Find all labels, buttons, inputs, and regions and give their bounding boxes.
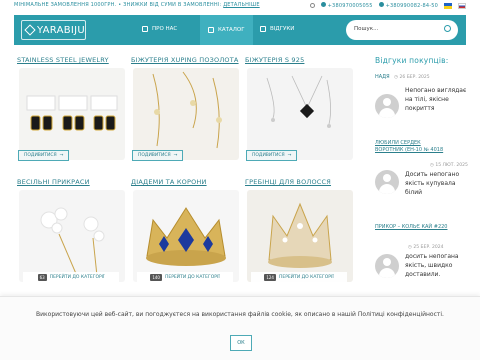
nav-reviews[interactable]: ВІДГУКИ xyxy=(260,26,294,32)
category-title[interactable]: ДІАДЕМИ ТА КОРОНИ xyxy=(131,178,241,186)
category-image[interactable] xyxy=(19,68,125,160)
category-image[interactable] xyxy=(133,68,239,160)
category-card[interactable]: БІЖУТЕРІЯ XUPING ПОЗОЛОТА ПОДИВИТИСЯ → xyxy=(131,56,241,162)
category-title[interactable]: БІЖУТЕРІЯ XUPING ПОЗОЛОТА xyxy=(131,56,241,64)
account-icon[interactable] xyxy=(309,3,315,8)
go-to-category-button[interactable]: 124 ПЕРЕЙТИ ДО КАТЕГОРІЇ xyxy=(251,272,347,283)
site-logo[interactable]: YARABIJU xyxy=(21,20,86,40)
review-author: НАДЯ xyxy=(375,74,390,80)
review-text: Досить непогано якість купувала білий xyxy=(405,171,460,196)
language-ua-flag-icon[interactable] xyxy=(444,2,452,9)
nav-catalog[interactable]: КАТАЛОГ xyxy=(200,15,253,45)
clock-icon: ◷ xyxy=(408,245,412,250)
review-text: досить непогана якість, швидко доставили… xyxy=(405,253,459,278)
category-title[interactable]: ГРЕБІНЦІ ДЛЯ ВОЛОССЯ xyxy=(245,178,355,186)
main-header: YARABIJU ПРО НАС КАТАЛОГ ВІДГУКИ Пошук..… xyxy=(14,15,466,45)
category-card[interactable]: БІЖУТЕРІЯ S 925 ПОДИВИТИСЯ → xyxy=(245,56,355,162)
review-date: ◷ 26 БЕР. 2025 xyxy=(394,75,430,80)
arrow-right-icon: → xyxy=(59,153,64,158)
product-count-badge: 63 xyxy=(37,274,47,281)
product-count-badge: 124 xyxy=(264,274,276,281)
cookie-banner: Використовуючи цей веб-сайт, ви погоджує… xyxy=(0,296,480,360)
category-card[interactable]: STAINLESS STEEL JEWELRY ПОДИВИТИСЯ → xyxy=(17,56,127,162)
phone-2[interactable]: +380990082-84-50 xyxy=(378,2,438,9)
arrow-right-icon: → xyxy=(173,153,178,158)
category-title[interactable]: ВЕСІЛЬНІ ПРИКРАСИ xyxy=(17,178,127,186)
clock-icon: ◷ xyxy=(430,163,434,168)
view-category-button[interactable]: ПОДИВИТИСЯ → xyxy=(18,150,70,161)
chat-icon xyxy=(260,26,266,32)
promo-details-link[interactable]: ДЕТАЛЬНІШЕ xyxy=(223,2,259,8)
category-card[interactable]: ДІАДЕМИ ТА КОРОНИ 140 ПЕРЕЙТИ ДО КАТЕГОР… xyxy=(131,178,241,284)
go-to-category-button[interactable]: 63 ПЕРЕЙТИ ДО КАТЕГОРІЇ xyxy=(23,272,119,283)
review-meta: ◷ 15 ЛЮТ. 2025 xyxy=(427,162,468,168)
top-contacts: +380970005055 +380990082-84-50 xyxy=(309,2,466,9)
review-item: ПРИКОР – КОЛЬЄ КАЙ #220 ◷ 25 БЕР. 2024 д… xyxy=(375,224,467,284)
cookie-accept-button[interactable]: ОК xyxy=(230,335,252,351)
review-item: НАДЯ ◷ 26 БЕР. 2025 Непогано виглядає на… xyxy=(375,74,467,134)
reviewer-avatar xyxy=(375,94,399,118)
reviews-heading: Відгуки покупців: xyxy=(375,56,449,65)
category-image[interactable] xyxy=(19,190,125,282)
review-meta: ◷ 25 БЕР. 2024 xyxy=(405,244,444,250)
cookie-message: Використовуючи цей веб-сайт, ви погоджує… xyxy=(36,311,444,318)
search-icon[interactable] xyxy=(444,25,451,32)
review-date: ◷ 25 БЕР. 2024 xyxy=(408,245,444,250)
phone-1[interactable]: +380970005055 xyxy=(320,2,373,9)
category-image[interactable] xyxy=(247,68,353,160)
search-input[interactable]: Пошук... xyxy=(346,20,458,40)
grid-icon xyxy=(208,27,214,33)
review-date: ◷ 15 ЛЮТ. 2025 xyxy=(430,163,468,168)
category-title[interactable]: STAINLESS STEEL JEWELRY xyxy=(17,56,127,64)
phone-icon xyxy=(378,2,384,7)
review-product-link[interactable]: ЛЮБИЛИ СЕРДЕК ВОРОТНИК (ЕН-10 № 4018 xyxy=(375,140,445,154)
promo-text: МІНІМАЛЬНЕ ЗАМОВЛЕННЯ 1000ГРН. • ЗНИЖКИ … xyxy=(14,2,260,8)
arrow-right-icon: → xyxy=(287,153,292,158)
category-card[interactable]: ГРЕБІНЦІ ДЛЯ ВОЛОССЯ 124 ПЕРЕЙТИ ДО КАТЕ… xyxy=(245,178,355,284)
review-product-link[interactable]: ПРИКОР – КОЛЬЄ КАЙ #220 xyxy=(375,224,455,231)
go-to-category-button[interactable]: 140 ПЕРЕЙТИ ДО КАТЕГОРІЇ xyxy=(137,272,233,283)
category-card[interactable]: ВЕСІЛЬНІ ПРИКРАСИ 63 ПЕРЕЙТИ ДО КАТЕГОРІ… xyxy=(17,178,127,284)
view-category-button[interactable]: ПОДИВИТИСЯ → xyxy=(246,150,298,161)
view-category-button[interactable]: ПОДИВИТИСЯ → xyxy=(132,150,184,161)
top-promo-bar: МІНІМАЛЬНЕ ЗАМОВЛЕННЯ 1000ГРН. • ЗНИЖКИ … xyxy=(0,0,480,11)
category-image[interactable] xyxy=(247,190,353,282)
phone-icon xyxy=(320,2,326,7)
logo-diamond-icon xyxy=(24,24,36,36)
language-ru-flag-icon[interactable] xyxy=(458,2,466,9)
nav-about[interactable]: ПРО НАС xyxy=(142,26,177,32)
review-text: Непогано виглядає на тілі, якісне покрит… xyxy=(405,87,467,112)
review-meta: НАДЯ ◷ 26 БЕР. 2025 xyxy=(375,74,467,80)
clock-icon: ◷ xyxy=(394,75,399,80)
home-icon xyxy=(142,26,148,32)
category-image[interactable] xyxy=(133,190,239,282)
product-count-badge: 140 xyxy=(150,274,162,281)
category-title[interactable]: БІЖУТЕРІЯ S 925 xyxy=(245,56,355,64)
reviewer-avatar xyxy=(375,170,399,194)
review-item: ЛЮБИЛИ СЕРДЕК ВОРОТНИК (ЕН-10 № 4018 ◷ 1… xyxy=(375,140,468,200)
reviewer-avatar xyxy=(375,254,399,278)
